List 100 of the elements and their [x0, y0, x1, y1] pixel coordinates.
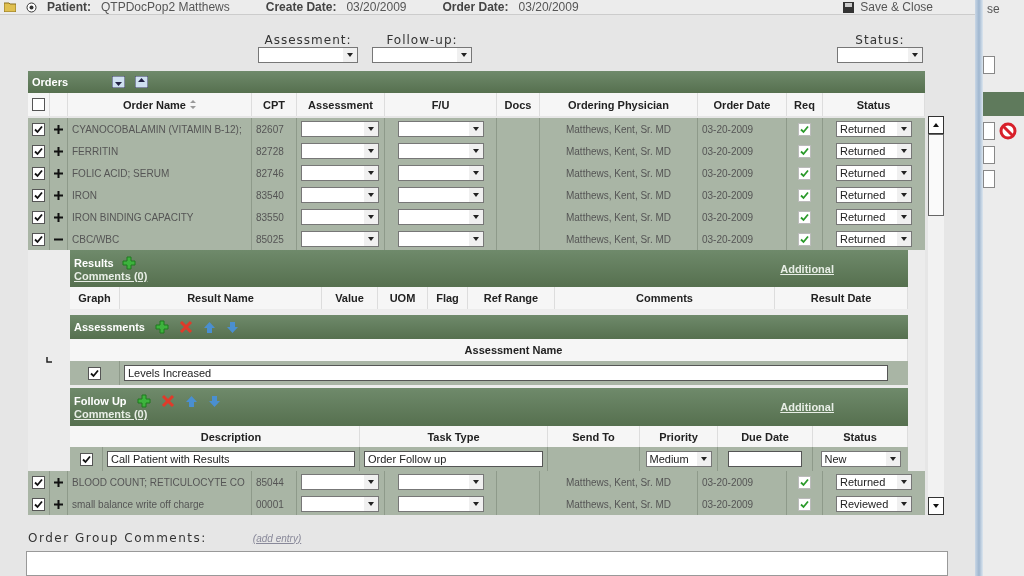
dropdown-field[interactable]	[301, 187, 379, 203]
plus-icon[interactable]	[54, 212, 63, 222]
caret-icon[interactable]	[468, 497, 483, 511]
comments-textarea[interactable]	[26, 551, 948, 576]
caret-icon[interactable]	[364, 188, 378, 202]
dropdown-field[interactable]	[397, 209, 484, 225]
dropdown-field[interactable]	[258, 47, 358, 63]
due-date-field[interactable]	[728, 451, 802, 467]
checkbox[interactable]	[32, 210, 45, 224]
dropdown-field[interactable]	[301, 496, 379, 512]
caret-icon[interactable]	[885, 452, 900, 466]
caret-icon[interactable]	[364, 475, 378, 489]
status-dropdown[interactable]: Returned	[836, 143, 912, 159]
checkbox[interactable]	[32, 166, 45, 180]
plus-icon[interactable]	[54, 146, 63, 156]
dropdown-field[interactable]	[397, 165, 484, 181]
additional-link[interactable]: Additional	[780, 401, 834, 413]
caret-icon[interactable]	[364, 144, 378, 158]
checkbox[interactable]	[79, 452, 93, 466]
status-dropdown[interactable]: Reviewed	[836, 496, 912, 512]
caret-icon[interactable]	[897, 166, 911, 180]
status-dropdown[interactable]: Returned	[836, 474, 912, 490]
dropdown-field[interactable]	[397, 474, 484, 490]
checkbox[interactable]	[32, 475, 45, 489]
scrollbar[interactable]	[928, 116, 944, 515]
dropdown-field[interactable]	[397, 231, 484, 247]
required-checkbox[interactable]	[798, 497, 811, 511]
dropdown-field[interactable]	[397, 187, 484, 203]
status-dropdown[interactable]: Returned	[836, 187, 912, 203]
required-checkbox[interactable]	[798, 166, 811, 180]
plus-icon[interactable]	[54, 477, 63, 487]
description-field[interactable]: Call Patient with Results	[107, 451, 355, 467]
status-dropdown[interactable]: Returned	[836, 209, 912, 225]
dropdown-field[interactable]	[301, 474, 379, 490]
required-checkbox[interactable]	[798, 144, 811, 158]
caret-icon[interactable]	[364, 232, 378, 246]
select-all-checkbox[interactable]	[32, 98, 45, 111]
dropdown-field[interactable]	[301, 121, 379, 137]
plus-icon[interactable]	[54, 499, 63, 509]
caret-icon[interactable]	[468, 210, 483, 224]
caret-icon[interactable]	[457, 48, 471, 62]
sort-icon[interactable]	[190, 100, 196, 109]
scroll-up-icon[interactable]	[932, 122, 940, 128]
radio-icon[interactable]	[26, 1, 37, 13]
collapse-all-icon[interactable]	[135, 76, 148, 88]
scroll-down-icon[interactable]	[932, 503, 940, 509]
required-checkbox[interactable]	[798, 122, 811, 136]
comments-link[interactable]: Comments (0)	[74, 269, 148, 282]
dropdown-field[interactable]	[397, 143, 484, 159]
caret-icon[interactable]	[364, 166, 378, 180]
plus-icon[interactable]	[54, 168, 63, 178]
caret-icon[interactable]	[897, 144, 911, 158]
column-header[interactable]: Order Name	[68, 93, 252, 116]
dropdown-field[interactable]	[301, 143, 379, 159]
no-entry-icon[interactable]	[999, 122, 1017, 140]
caret-icon[interactable]	[468, 475, 483, 489]
caret-icon[interactable]	[897, 497, 911, 511]
caret-icon[interactable]	[468, 166, 483, 180]
dropdown-field[interactable]	[372, 47, 472, 63]
assessment-field[interactable]: Levels Increased	[124, 365, 888, 381]
dropdown-field[interactable]	[397, 496, 484, 512]
required-checkbox[interactable]	[798, 475, 811, 489]
dropdown-field[interactable]	[301, 209, 379, 225]
required-checkbox[interactable]	[798, 232, 811, 246]
status-dropdown[interactable]: Returned	[836, 121, 912, 137]
caret-icon[interactable]	[468, 188, 483, 202]
priority-dropdown[interactable]: Medium	[645, 451, 712, 467]
caret-icon[interactable]	[908, 48, 922, 62]
caret-icon[interactable]	[364, 497, 378, 511]
checkbox[interactable]	[32, 144, 45, 158]
plus-icon[interactable]	[54, 190, 63, 200]
status-dropdown[interactable]: New	[820, 451, 901, 467]
caret-icon[interactable]	[897, 210, 911, 224]
dropdown-field[interactable]	[397, 121, 484, 137]
checkbox[interactable]	[88, 366, 101, 380]
comments-link[interactable]: Comments (0)	[74, 408, 221, 420]
caret-icon[interactable]	[897, 232, 911, 246]
additional-link[interactable]: Additional	[780, 262, 834, 275]
dropdown-field[interactable]	[301, 165, 379, 181]
checkbox[interactable]	[32, 188, 45, 202]
status-dropdown[interactable]: Returned	[836, 165, 912, 181]
plus-icon[interactable]	[54, 124, 63, 134]
dropdown-field[interactable]	[301, 231, 379, 247]
checkbox[interactable]	[32, 122, 45, 136]
caret-icon[interactable]	[897, 188, 911, 202]
required-checkbox[interactable]	[798, 188, 811, 202]
caret-icon[interactable]	[468, 144, 483, 158]
task-type-field[interactable]: Order Follow up	[364, 451, 543, 467]
caret-icon[interactable]	[364, 210, 378, 224]
caret-icon[interactable]	[343, 48, 357, 62]
caret-icon[interactable]	[897, 122, 911, 136]
scrollbar-thumb[interactable]	[928, 134, 944, 216]
checkbox[interactable]	[32, 232, 45, 246]
dropdown-field[interactable]	[837, 47, 923, 63]
caret-icon[interactable]	[364, 122, 378, 136]
caret-icon[interactable]	[468, 232, 483, 246]
status-dropdown[interactable]: Returned	[836, 231, 912, 247]
expand-all-icon[interactable]	[112, 76, 125, 88]
save-close-button[interactable]: Save & Close	[841, 0, 935, 14]
required-checkbox[interactable]	[798, 210, 811, 224]
